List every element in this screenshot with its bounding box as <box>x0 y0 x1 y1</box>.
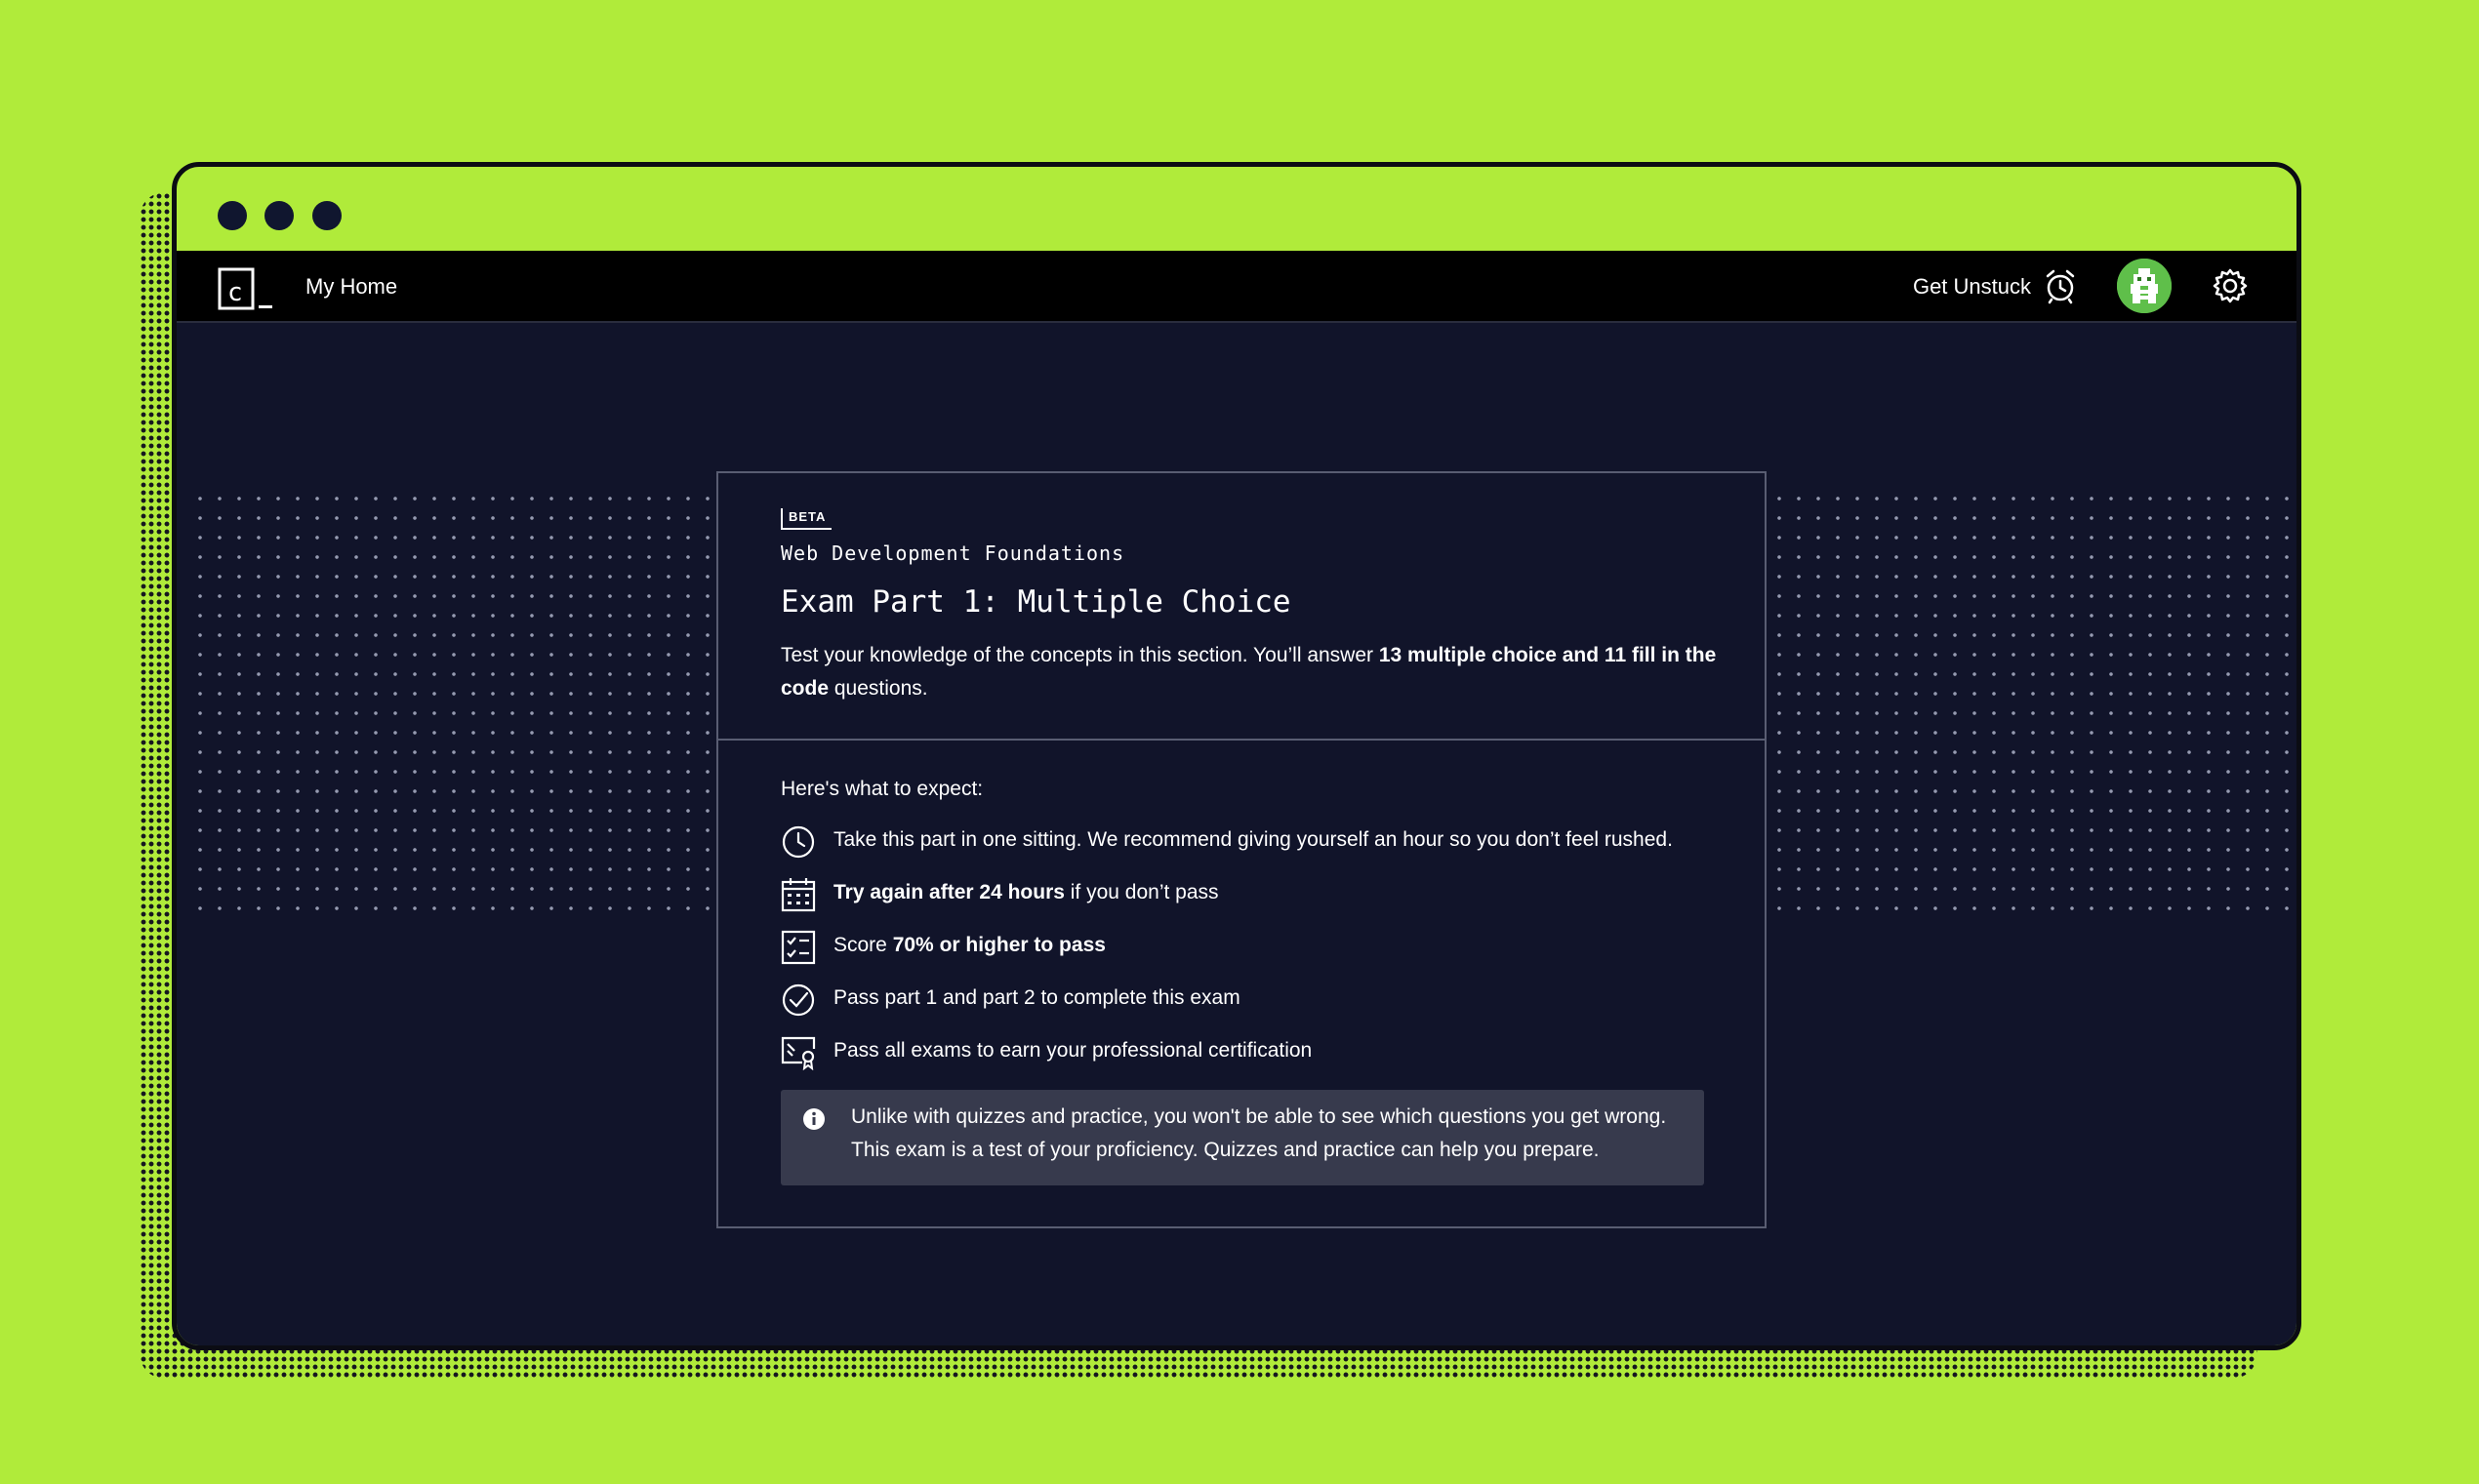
check-circle-icon <box>781 983 816 1018</box>
main-content: BETA Web Development Foundations Exam Pa… <box>177 323 2296 1345</box>
expect-item: Pass all exams to earn your professional… <box>781 1033 1737 1072</box>
notice-line-1: Unlike with quizzes and practice, you wo… <box>851 1105 1667 1128</box>
window-maximize-dot[interactable] <box>312 201 342 230</box>
info-notice: Unlike with quizzes and practice, you wo… <box>781 1090 1704 1185</box>
expect-item-text: Pass all exams to earn your professional… <box>833 1039 1313 1062</box>
svg-text:c: c <box>227 278 243 307</box>
page: c My Home Get Unstuck BETA Web Developme… <box>0 0 2479 1484</box>
exam-card: BETA Web Development Foundations Exam Pa… <box>716 471 1767 1228</box>
expect-item-text: Pass part 1 and part 2 to complete this … <box>833 986 1240 1009</box>
clock-icon <box>781 824 816 860</box>
calendar-icon <box>781 877 816 912</box>
notice-line-2: This exam is a test of your proficiency.… <box>851 1139 1600 1161</box>
checklist-icon <box>781 930 816 965</box>
exam-title: Exam Part 1: Multiple Choice <box>781 584 1291 620</box>
exam-description: Test your knowledge of the concepts in t… <box>781 644 1717 700</box>
beta-badge: BETA <box>781 508 833 530</box>
window-titlebar <box>177 167 2296 251</box>
dot-pattern-left <box>190 489 717 914</box>
gear-icon[interactable] <box>2211 266 2250 310</box>
expect-item-text: Score 70% or higher to pass <box>833 934 1106 956</box>
expect-item-text: Try again after 24 hours if you don’t pa… <box>833 881 1219 903</box>
window-close-dot[interactable] <box>218 201 247 230</box>
course-name: Web Development Foundations <box>781 541 1125 565</box>
exam-card-header: BETA Web Development Foundations Exam Pa… <box>718 473 1765 741</box>
alarm-clock-icon[interactable] <box>2043 266 2078 310</box>
expect-heading: Here's what to expect: <box>781 778 984 800</box>
expect-item: Pass part 1 and part 2 to complete this … <box>781 981 1737 1020</box>
expect-item: Score 70% or higher to pass <box>781 928 1737 967</box>
codecademy-logo[interactable]: c <box>218 267 274 312</box>
nav-my-home-link[interactable]: My Home <box>305 274 397 300</box>
expect-item-text: Take this part in one sitting. We recomm… <box>833 828 1673 851</box>
expect-item: Try again after 24 hours if you don’t pa… <box>781 875 1737 914</box>
top-navbar: c My Home Get Unstuck <box>177 251 2296 323</box>
user-avatar[interactable] <box>2117 259 2172 313</box>
dot-pattern-right <box>1769 489 2296 914</box>
window-minimize-dot[interactable] <box>264 201 294 230</box>
expect-item: Take this part in one sitting. We recomm… <box>781 822 1737 862</box>
nav-get-unstuck-button[interactable]: Get Unstuck <box>1913 274 2031 300</box>
certificate-icon <box>781 1035 816 1071</box>
info-icon <box>802 1107 826 1131</box>
app-window: c My Home Get Unstuck BETA Web Developme… <box>172 162 2301 1350</box>
